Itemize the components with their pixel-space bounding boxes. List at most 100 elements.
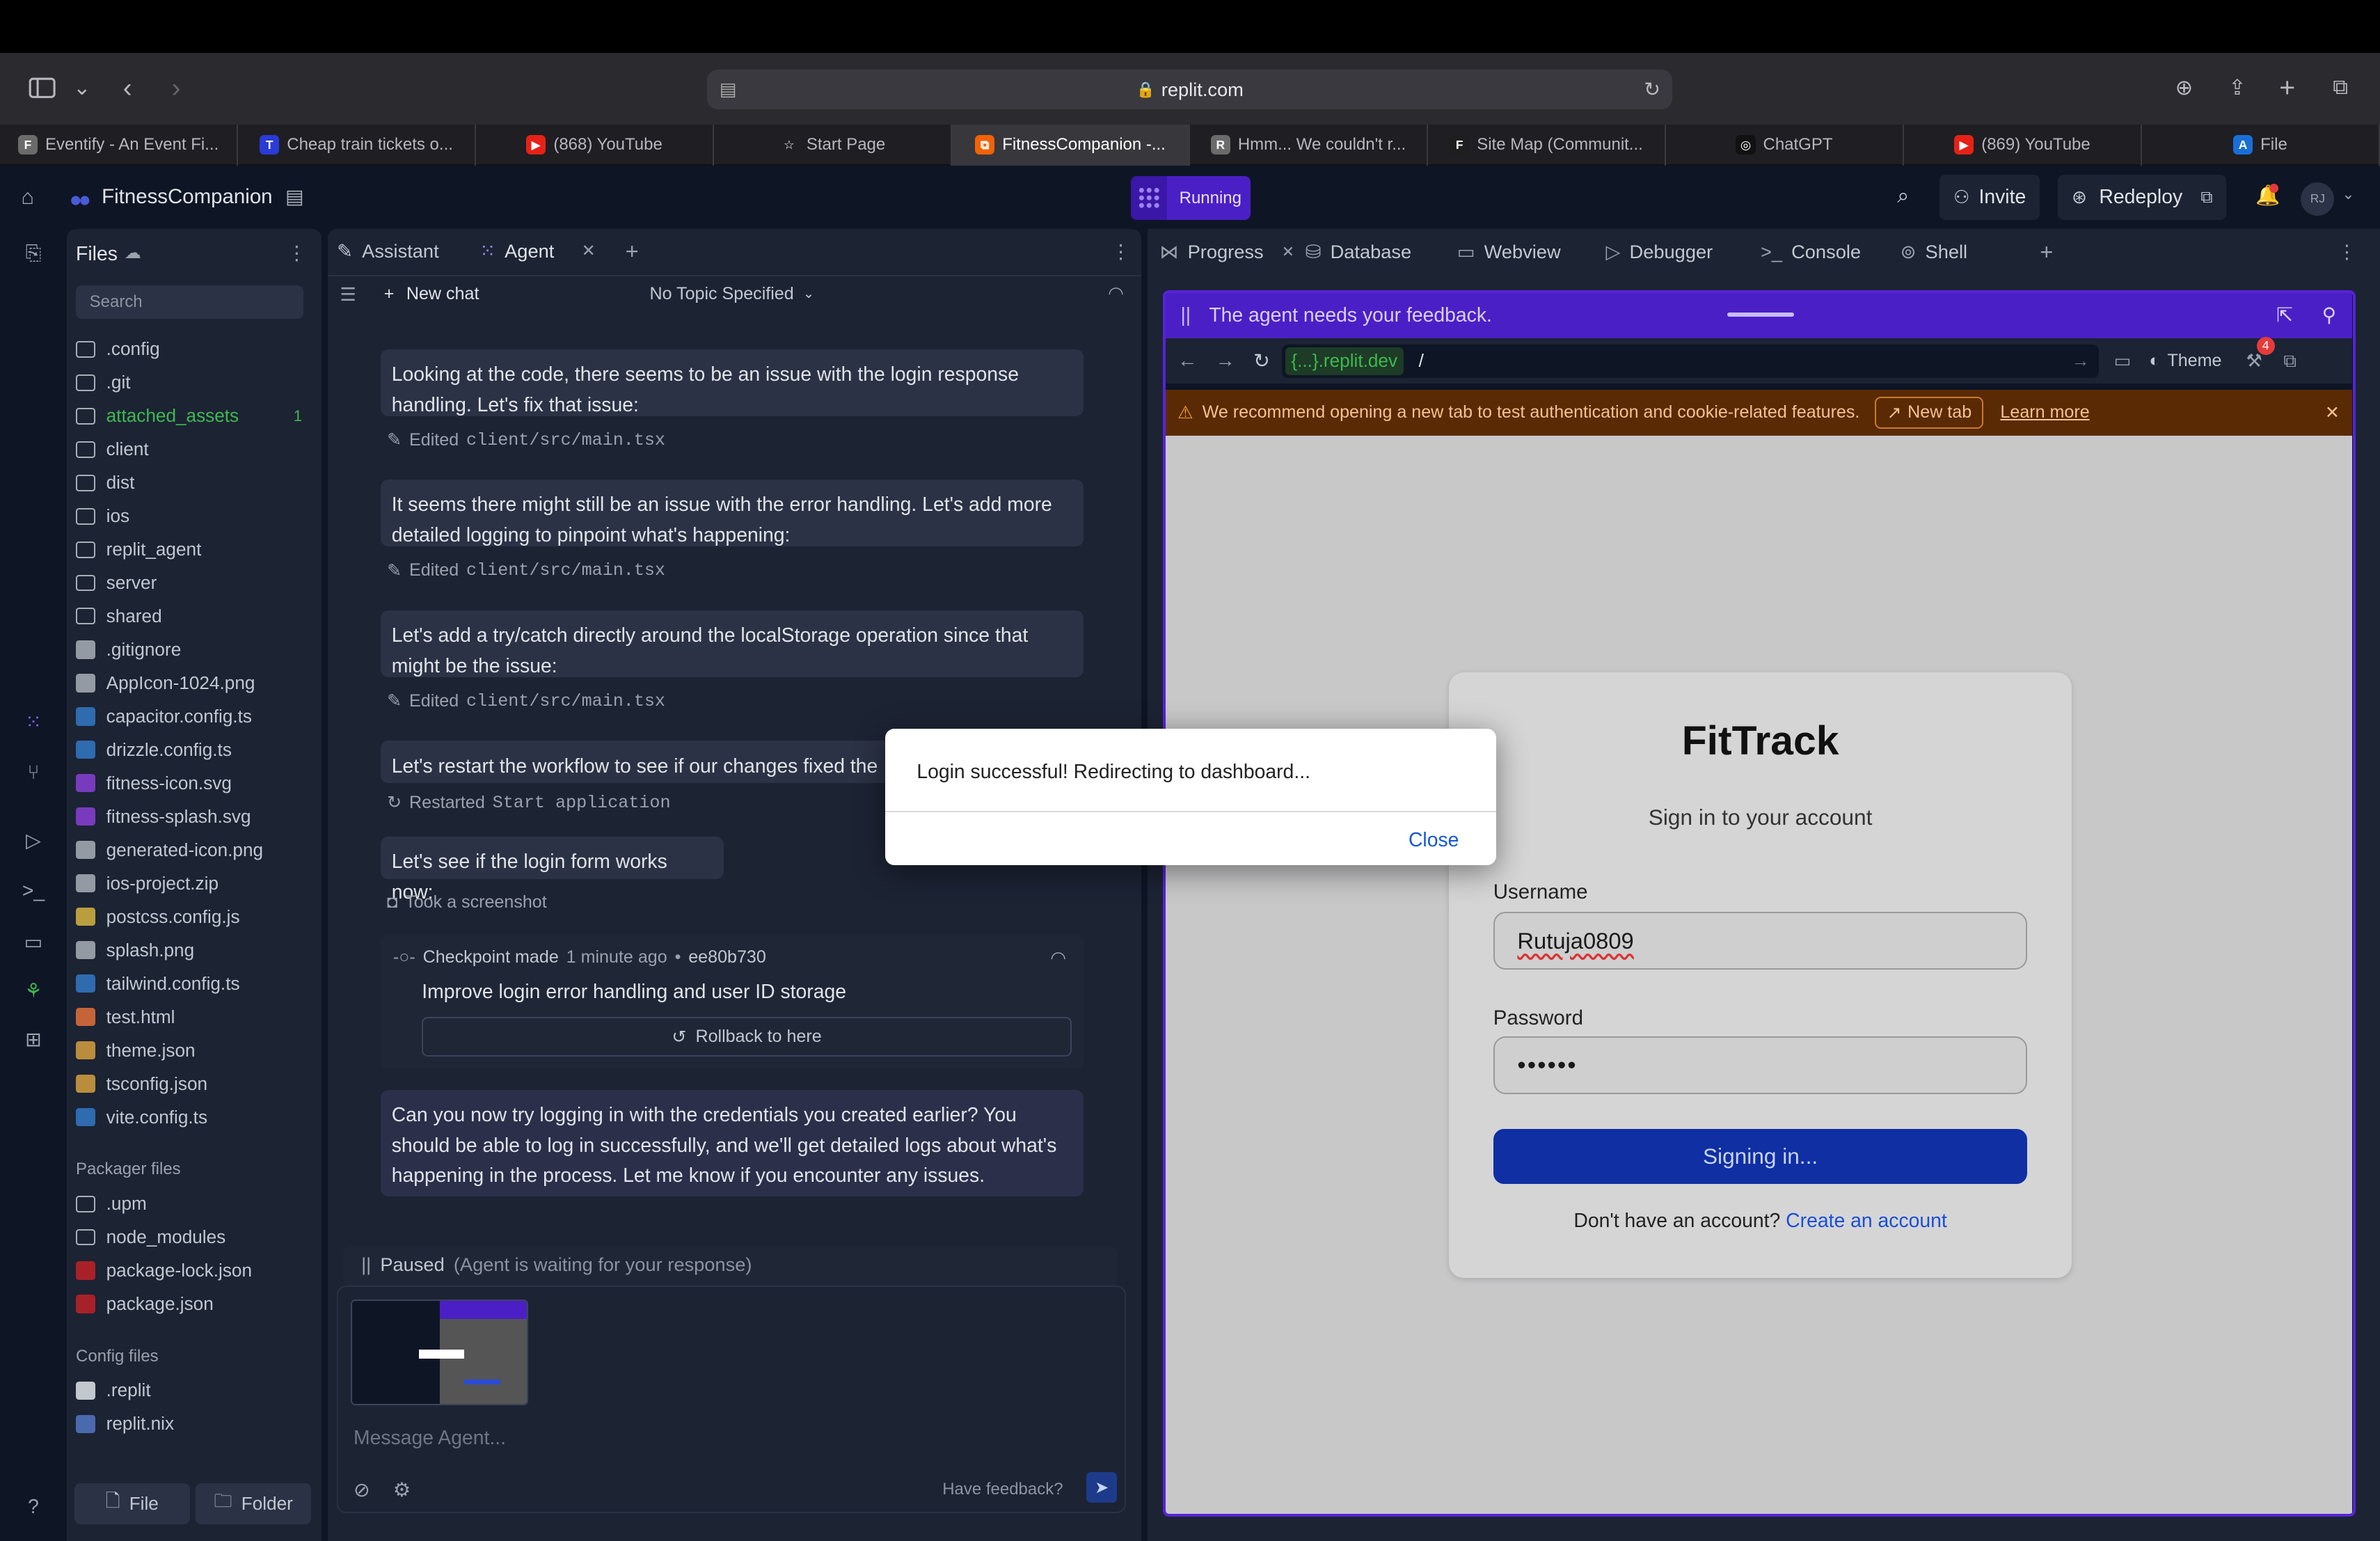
avatar-chevron-icon[interactable]: ⌄ bbox=[2342, 185, 2354, 203]
browser-tab[interactable]: ▶ (869) YouTube bbox=[1904, 124, 2142, 166]
browser-tab[interactable]: ◎ ChatGPT bbox=[1666, 124, 1904, 166]
console-icon[interactable]: >_ bbox=[18, 876, 49, 906]
debugger-icon[interactable]: ▷ bbox=[18, 825, 49, 856]
devtools-icon[interactable]: ⚒ 4 bbox=[2246, 336, 2275, 372]
screenshot-attachment[interactable] bbox=[350, 1299, 528, 1406]
close-tab-icon[interactable]: ✕ bbox=[582, 241, 596, 261]
folder-item[interactable]: replit_agent bbox=[76, 535, 311, 565]
browser-tab[interactable]: ▶ (868) YouTube bbox=[476, 124, 714, 166]
all-tools-icon[interactable]: ⊞ bbox=[18, 1025, 49, 1055]
tab-debugger[interactable]: ▷ Debugger bbox=[1605, 229, 1713, 274]
preview-icon[interactable]: ◠ bbox=[1050, 947, 1066, 969]
restart-record[interactable]: ↻ Restarted Start application bbox=[387, 792, 670, 813]
file-item[interactable]: generated-icon.png bbox=[76, 835, 311, 866]
forward-icon[interactable]: → bbox=[1216, 349, 1235, 372]
invite-button[interactable]: ⚇ Invite bbox=[1939, 174, 2040, 221]
reload-icon[interactable]: ↻ bbox=[1253, 349, 1270, 373]
file-item[interactable]: test.html bbox=[76, 1002, 311, 1032]
redeploy-button[interactable]: ⊛ Redeploy ⧉ bbox=[2058, 174, 2227, 221]
add-tab-icon[interactable]: + bbox=[2040, 229, 2053, 274]
folder-item[interactable]: .upm bbox=[76, 1189, 311, 1219]
back-icon[interactable]: ‹ bbox=[109, 70, 145, 106]
new-tab-icon[interactable]: + bbox=[2269, 70, 2306, 106]
folder-item[interactable]: node_modules bbox=[76, 1222, 311, 1253]
theme-button[interactable]: ◐ Theme bbox=[2149, 351, 2221, 371]
add-tab-icon[interactable]: + bbox=[626, 238, 639, 264]
browser-tab[interactable]: F Eventify - An Event Fi... bbox=[0, 124, 238, 166]
webview-icon[interactable]: ▭ bbox=[18, 928, 49, 958]
git-icon[interactable]: ⑂ bbox=[18, 757, 49, 788]
tab-progress[interactable]: ⋈ Progress ✕ bbox=[1159, 229, 1294, 274]
chat-history-icon[interactable]: ☰ bbox=[340, 284, 356, 306]
project-menu-icon[interactable]: ▤ bbox=[285, 185, 304, 209]
tab-console[interactable]: >_ Console bbox=[1761, 229, 1861, 274]
home-icon[interactable]: ⌂ bbox=[22, 185, 34, 210]
sidebar-toggle-icon[interactable] bbox=[24, 70, 61, 106]
run-status-button[interactable]: Running bbox=[1130, 175, 1251, 221]
file-search-input[interactable]: Search bbox=[76, 285, 304, 319]
password-field[interactable]: •••••• bbox=[1493, 1036, 2028, 1095]
file-item[interactable]: splash.png bbox=[76, 935, 311, 965]
folder-item[interactable]: server bbox=[76, 568, 311, 599]
edit-record[interactable]: ✎ Edited client/src/main.tsx bbox=[387, 690, 665, 711]
reload-icon[interactable]: ↻ bbox=[1644, 78, 1660, 102]
settings-icon[interactable]: ⚙ bbox=[393, 1478, 411, 1502]
file-item[interactable]: .gitignore bbox=[76, 635, 311, 665]
browser-tab[interactable]: ⧉ FitnessCompanion -... bbox=[951, 124, 1190, 166]
new-folder-button[interactable]: 🗀 Folder bbox=[196, 1483, 312, 1524]
rollback-button[interactable]: ↺ Rollback to here bbox=[422, 1017, 1072, 1057]
tab-assistant[interactable]: ✎ Assistant bbox=[337, 240, 438, 262]
close-tab-icon[interactable]: ✕ bbox=[1282, 243, 1294, 261]
new-tab-button[interactable]: ↗ New tab bbox=[1875, 396, 1984, 429]
folder-item[interactable]: shared bbox=[76, 601, 311, 632]
edit-record[interactable]: ✎ Edited client/src/main.tsx bbox=[387, 429, 665, 450]
tab-webview[interactable]: ▭ Webview bbox=[1457, 229, 1561, 274]
search-icon[interactable]: ⌕ bbox=[1897, 184, 1909, 209]
folder-item[interactable]: .config bbox=[76, 334, 311, 365]
tab-agent[interactable]: ⁙ Agent ✕ bbox=[479, 240, 596, 262]
download-icon[interactable]: ⊕ bbox=[2166, 70, 2202, 106]
file-item[interactable]: AppIcon-1024.png bbox=[76, 668, 311, 699]
file-item[interactable]: .replit bbox=[76, 1375, 311, 1406]
attach-icon[interactable]: ⊘ bbox=[354, 1478, 370, 1502]
learn-more-link[interactable]: Learn more bbox=[2000, 402, 2089, 422]
sign-in-button[interactable]: Signing in... bbox=[1493, 1129, 2028, 1184]
file-item[interactable]: fitness-icon.svg bbox=[76, 768, 311, 799]
avatar[interactable]: RJ bbox=[2301, 182, 2335, 216]
browser-tab[interactable]: ☆ Start Page bbox=[714, 124, 952, 166]
drag-handle[interactable] bbox=[1727, 312, 1794, 317]
send-icon[interactable]: ➤ bbox=[1086, 1472, 1117, 1503]
deploy-icon[interactable]: ⚘ bbox=[18, 976, 49, 1006]
folder-item[interactable]: dist bbox=[76, 468, 311, 498]
file-item[interactable]: ios-project.zip bbox=[76, 869, 311, 899]
screenshot-record[interactable]: ◘ Took a screenshot bbox=[387, 892, 547, 912]
tab-shell[interactable]: ⊚ Shell bbox=[1901, 229, 1968, 274]
edit-record[interactable]: ✎ Edited client/src/main.tsx bbox=[387, 560, 665, 581]
file-item[interactable]: vite.config.ts bbox=[76, 1102, 311, 1132]
browser-tab[interactable]: T Cheap train tickets o... bbox=[238, 124, 476, 166]
file-item[interactable]: postcss.config.js bbox=[76, 902, 311, 933]
new-chat-button[interactable]: + New chat bbox=[384, 284, 479, 304]
file-item[interactable]: tailwind.config.ts bbox=[76, 968, 311, 999]
files-icon[interactable]: ⎘ bbox=[18, 238, 49, 269]
back-icon[interactable]: ← bbox=[1177, 349, 1197, 372]
topic-selector[interactable]: No Topic Specified ⌄ bbox=[649, 284, 814, 304]
file-item[interactable]: theme.json bbox=[76, 1035, 311, 1066]
checkpoint-hash[interactable]: ee80b730 bbox=[688, 947, 766, 967]
file-item[interactable]: drizzle.config.ts bbox=[76, 735, 311, 766]
feedback-link[interactable]: Have feedback? bbox=[942, 1480, 1063, 1499]
file-item[interactable]: fitness-splash.svg bbox=[76, 802, 311, 832]
browser-tab[interactable]: R Hmm... We couldn't r... bbox=[1190, 124, 1428, 166]
folder-item[interactable]: attached_assets 1 bbox=[76, 401, 311, 432]
deploy-options-icon[interactable]: ⧉ bbox=[2200, 188, 2212, 207]
message-input[interactable]: Message Agent... bbox=[354, 1427, 506, 1450]
speed-icon[interactable]: ◠ bbox=[1108, 283, 1124, 304]
tab-overview-icon[interactable]: ⧉ bbox=[2322, 70, 2358, 106]
project-name[interactable]: FitnessCompanion bbox=[102, 185, 272, 209]
url-bar[interactable]: ▤ 🔒 replit.com ↻ bbox=[707, 70, 1673, 110]
file-item[interactable]: package.json bbox=[76, 1289, 311, 1320]
agent-icon[interactable]: ⁙ bbox=[18, 707, 49, 738]
expand-icon[interactable]: ⇱ bbox=[2276, 303, 2293, 327]
share-icon[interactable]: ⇪ bbox=[2219, 70, 2255, 106]
files-menu-icon[interactable]: ⋮ bbox=[287, 242, 306, 265]
